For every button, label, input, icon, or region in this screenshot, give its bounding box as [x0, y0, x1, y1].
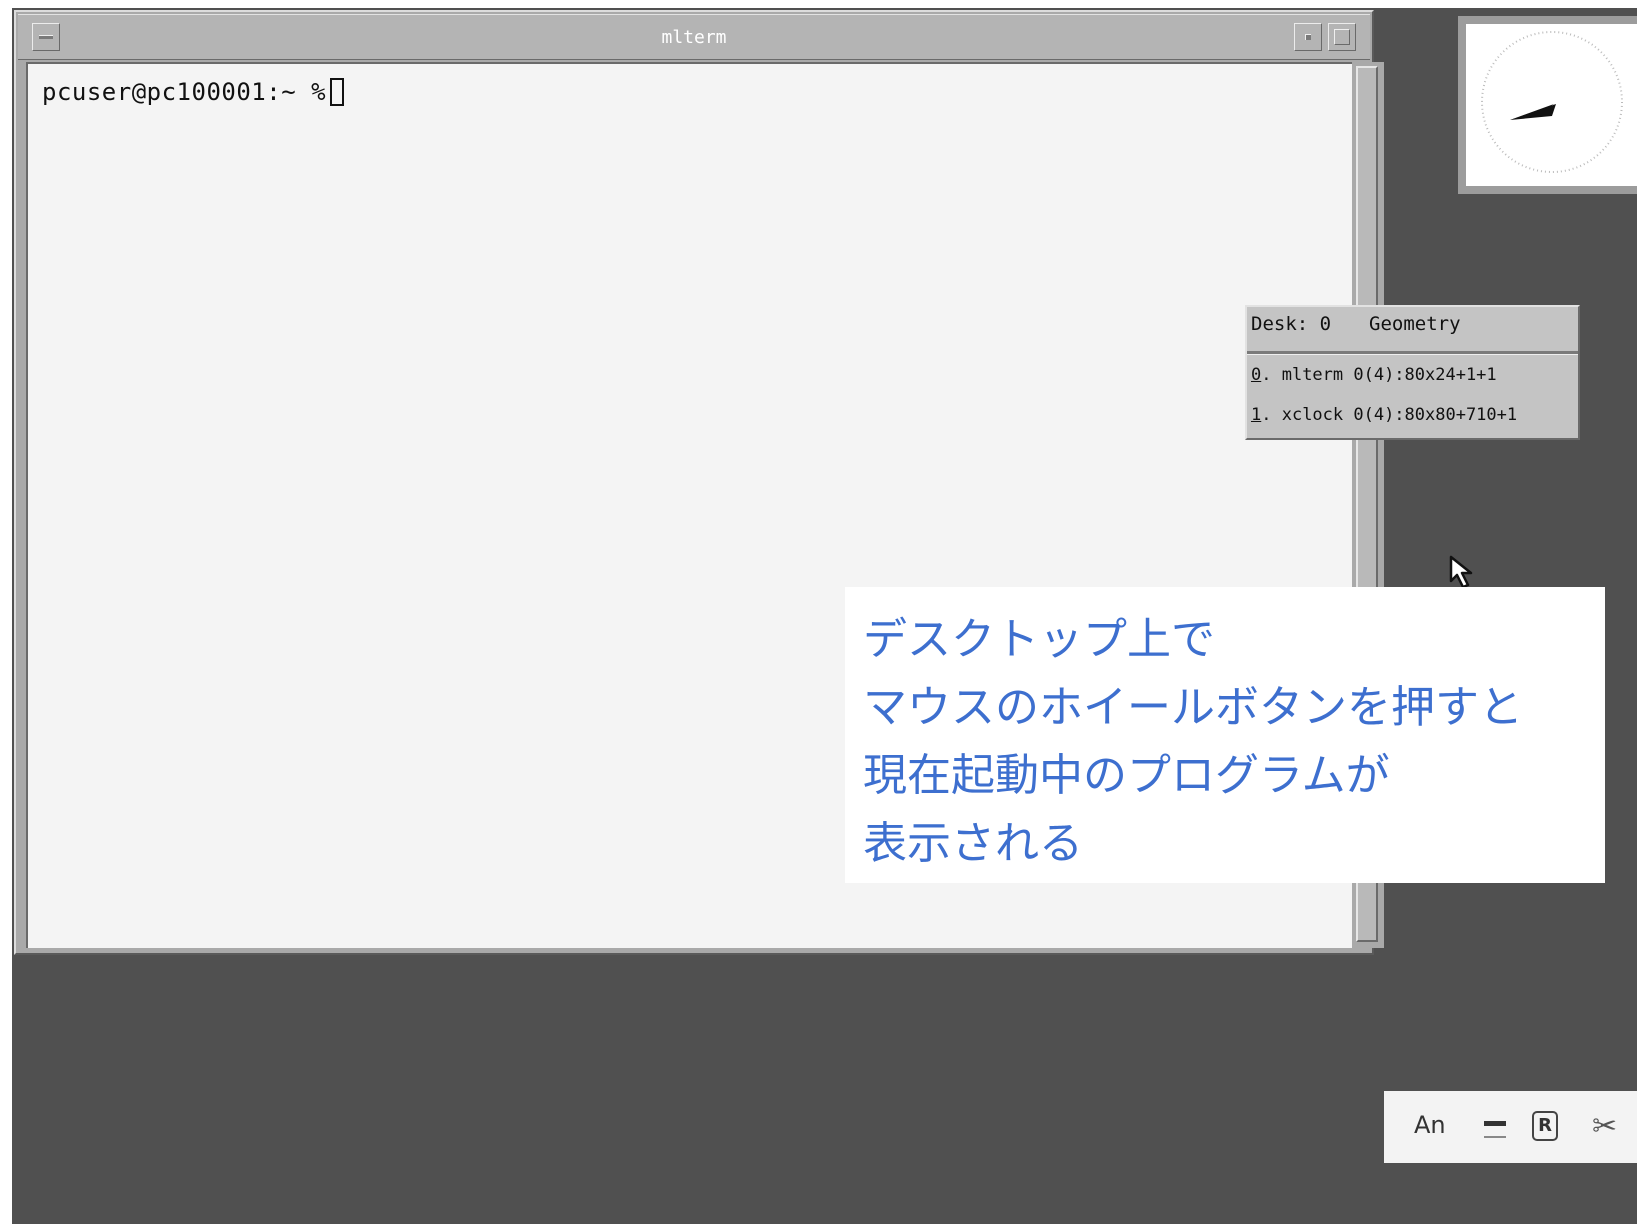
item-text: . xclock 0(4):80x80+710+1 [1261, 405, 1518, 425]
minus-icon[interactable] [1482, 1109, 1508, 1143]
item-hotkey: 0 [1251, 365, 1262, 385]
annotation-line: 現在起動中のプログラムが [863, 750, 1390, 801]
tools-icon[interactable]: ✂ [1592, 1109, 1617, 1144]
shell-prompt: pcuser@pc100001:~ % [42, 78, 345, 106]
annotation-line: デスクトップ上で [863, 614, 1215, 665]
window-list-menu[interactable]: Desk: 0 Geometry 0. mlterm 0(4):80x24+1+… [1245, 305, 1580, 440]
iconify-icon[interactable] [1294, 23, 1322, 51]
text-cursor [330, 78, 345, 106]
item-hotkey: 1 [1251, 405, 1262, 425]
menu-separator [1247, 351, 1578, 355]
geometry-label: Geometry [1369, 313, 1461, 335]
window-list-item-xclock[interactable]: 1. xclock 0(4):80x80+710+1 [1251, 405, 1517, 425]
item-text: . mlterm 0(4):80x24+1+1 [1261, 365, 1497, 385]
desk-label: Desk: 0 [1251, 313, 1332, 335]
maximize-icon[interactable] [1328, 23, 1356, 51]
window-title: mlterm [661, 27, 727, 48]
prompt-text: pcuser@pc100001:~ % [42, 78, 327, 106]
xclock-window[interactable] [1458, 16, 1637, 194]
annotation-line: マウスのホイールボタンを押すと [863, 682, 1523, 733]
title-bar[interactable]: mlterm [18, 14, 1370, 60]
window-list-item-mlterm[interactable]: 0. mlterm 0(4):80x24+1+1 [1251, 365, 1497, 385]
annotation-line: 表示される [863, 818, 1083, 869]
ime-toolbar: An R ✂ [1384, 1091, 1637, 1163]
registered-icon[interactable]: R [1532, 1111, 1558, 1141]
analog-clock-icon [1466, 24, 1637, 186]
input-mode-button[interactable]: An [1414, 1111, 1446, 1139]
annotation-callout: デスクトップ上で マウスのホイールボタンを押すと 現在起動中のプログラムが 表示… [845, 587, 1605, 883]
